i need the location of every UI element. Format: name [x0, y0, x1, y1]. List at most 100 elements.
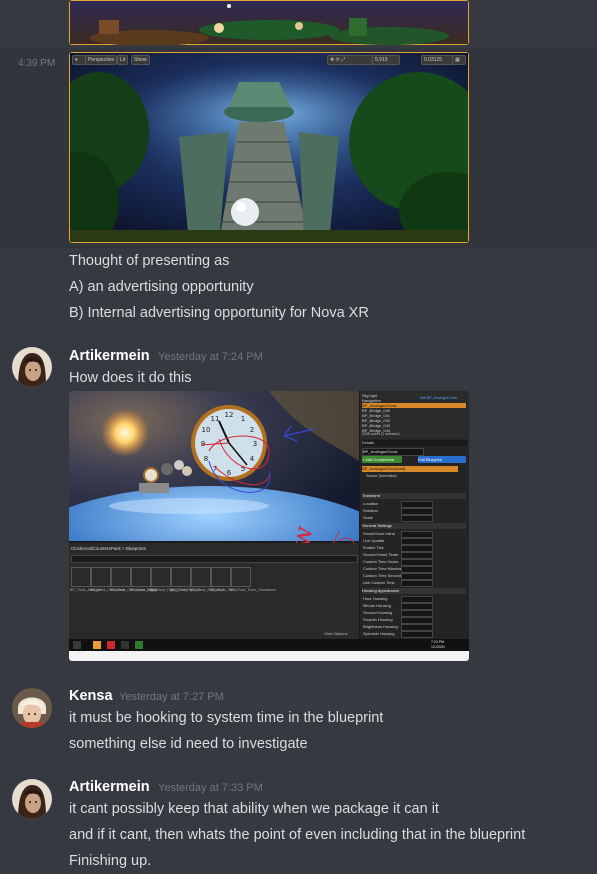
message-text: something else id need to investigate	[69, 736, 308, 752]
general-row: Second Hand Timer	[363, 552, 463, 559]
content-item-label: BP_Clock_Analogue	[70, 588, 103, 592]
general-row: Enable Tick	[363, 545, 463, 552]
perspective-button[interactable]: Perspective	[85, 55, 118, 65]
general-row: Live Update	[363, 538, 463, 545]
prop-field[interactable]	[401, 580, 433, 587]
view-options-button[interactable]: View Options	[324, 631, 348, 636]
transform-row-rotation: Rotation	[363, 508, 463, 515]
component-root[interactable]: BP_AnalogueClock(self)	[362, 466, 458, 472]
prop-field[interactable]	[401, 538, 433, 545]
content-item-label: BP_Clock_Digital	[130, 588, 158, 592]
message-timestamp[interactable]: 4:39 PM	[18, 58, 55, 69]
layout-icon[interactable]: ▦	[452, 55, 466, 65]
content-item-label: BP_Clock_Countdown_Simple	[110, 588, 158, 592]
message-time[interactable]: Yesterday at 7:24 PM	[158, 351, 263, 363]
details-panel: Details BP_AnalogueClock + Add Component…	[360, 439, 469, 661]
message-author[interactable]: Artikermein	[69, 348, 150, 364]
image-bottom-margin	[69, 651, 469, 661]
message-text: Finishing up.	[69, 853, 152, 869]
message-text: A) an advertising opportunity	[69, 279, 254, 295]
prop-field[interactable]	[401, 545, 433, 552]
show-button[interactable]: Show	[131, 55, 150, 65]
prop-field[interactable]	[401, 631, 433, 638]
rotate-icon: ⟳	[335, 57, 340, 63]
details-tab[interactable]: Details	[362, 440, 467, 446]
message-author[interactable]: Artikermein	[69, 779, 150, 795]
message-text: and if it cant, then whats the point of …	[69, 827, 526, 843]
general-row: Use Custom Time	[363, 580, 463, 587]
avatar[interactable]	[12, 688, 52, 728]
message-text: it cant possibly keep that ability when …	[69, 801, 439, 817]
prop-field[interactable]	[401, 515, 433, 522]
prop-field[interactable]	[401, 552, 433, 559]
content-item[interactable]	[71, 567, 91, 587]
content-item[interactable]	[211, 567, 231, 587]
housing-row: Second Housing	[363, 610, 463, 617]
message-text: How does it do this	[69, 370, 192, 386]
edit-blueprint-button[interactable]: Edit Blueprint	[418, 456, 466, 463]
content-item[interactable]	[171, 567, 191, 587]
general-row: Show/Clock Hand	[363, 531, 463, 538]
prop-field[interactable]	[401, 617, 433, 624]
top-cropped-screenshot[interactable]	[69, 0, 469, 45]
content-item[interactable]	[231, 567, 251, 587]
content-item-label: BP_Clock_Timer	[210, 588, 237, 592]
message-author[interactable]: Kensa	[69, 688, 113, 704]
content-item[interactable]	[151, 567, 171, 587]
prop-field[interactable]	[401, 596, 433, 603]
top-scene-image	[69, 0, 469, 45]
content-item[interactable]	[131, 567, 151, 587]
prop-field[interactable]	[401, 501, 433, 508]
general-row: Custom Time Minutes	[363, 566, 463, 573]
actor-name-field[interactable]: BP_AnalogueClock	[362, 448, 424, 456]
grid-snap-field[interactable]: 0.03125	[421, 55, 453, 65]
content-item-label: BP_Clock_Stopwatch	[190, 588, 224, 592]
app-icon[interactable]	[107, 641, 115, 649]
content-item-label: BP_Clock_Digital_Timer	[150, 588, 188, 592]
content-item[interactable]	[111, 567, 131, 587]
add-component-button[interactable]: + Add Component	[362, 456, 402, 463]
content-search-input[interactable]	[71, 555, 358, 563]
message-time[interactable]: Yesterday at 7:27 PM	[119, 691, 224, 703]
avatar-artikermein-image	[12, 347, 52, 387]
prop-field[interactable]	[401, 573, 433, 580]
housing-row: Smooth Housing	[363, 617, 463, 624]
prop-field[interactable]	[401, 610, 433, 617]
taskbar-date[interactable]: 1/1/2020	[431, 645, 445, 649]
fov-field[interactable]: 5.919	[372, 55, 400, 65]
folder-icon[interactable]	[93, 641, 101, 649]
prop-field[interactable]	[401, 603, 433, 610]
content-item-label: BP_Clock_Timer_Countdown	[230, 588, 276, 592]
world-outliner: SkyLight Navigation BP_AnalogueClock BP_…	[360, 391, 469, 439]
component-scene[interactable]: Scene (Inherited)	[366, 473, 397, 478]
viewport-scene-image	[69, 52, 469, 243]
transform-header[interactable]: Transform	[362, 493, 466, 499]
outliner-edit-link[interactable]: Edit BP_AnalogueClock	[420, 396, 457, 400]
general-row: Custom Time Hours	[363, 559, 463, 566]
content-item[interactable]	[91, 567, 111, 587]
prop-field[interactable]	[401, 559, 433, 566]
taskbar-time[interactable]: 7:23 PM	[431, 640, 444, 644]
general-settings-header[interactable]: General Settings	[362, 523, 466, 529]
general-row: Custom Time Seconds	[363, 573, 463, 580]
prop-field[interactable]	[401, 531, 433, 538]
message-time[interactable]: Yesterday at 7:33 PM	[158, 782, 263, 794]
content-item[interactable]	[191, 567, 211, 587]
avatar[interactable]	[12, 779, 52, 819]
prop-field[interactable]	[401, 624, 433, 631]
lit-button[interactable]: Lit	[117, 55, 129, 65]
start-icon[interactable]	[73, 641, 81, 649]
avatar[interactable]	[12, 347, 52, 387]
transform-row-location: Location	[363, 501, 463, 508]
app-icon[interactable]	[135, 641, 143, 649]
housing-header[interactable]: Housing Appearance	[362, 588, 466, 594]
transform-tools[interactable]: ✥ ⟳ ⤢	[327, 55, 373, 65]
content-path[interactable]: ClocksAndCountersPack > Blueprints	[71, 546, 146, 551]
prop-field[interactable]	[401, 566, 433, 573]
prop-field[interactable]	[401, 508, 433, 515]
unreal-viewport-screenshot[interactable]: ▾ Perspective Lit Show ✥ ⟳ ⤢ 5.919 0.031…	[69, 52, 469, 243]
unreal-editor-screenshot[interactable]: 12369 1245 781011 How SkyLight Navigatio…	[69, 391, 469, 661]
move-icon: ✥	[330, 57, 335, 63]
viewport-options-button[interactable]: ▾	[72, 55, 86, 65]
unreal-icon[interactable]	[121, 641, 129, 649]
